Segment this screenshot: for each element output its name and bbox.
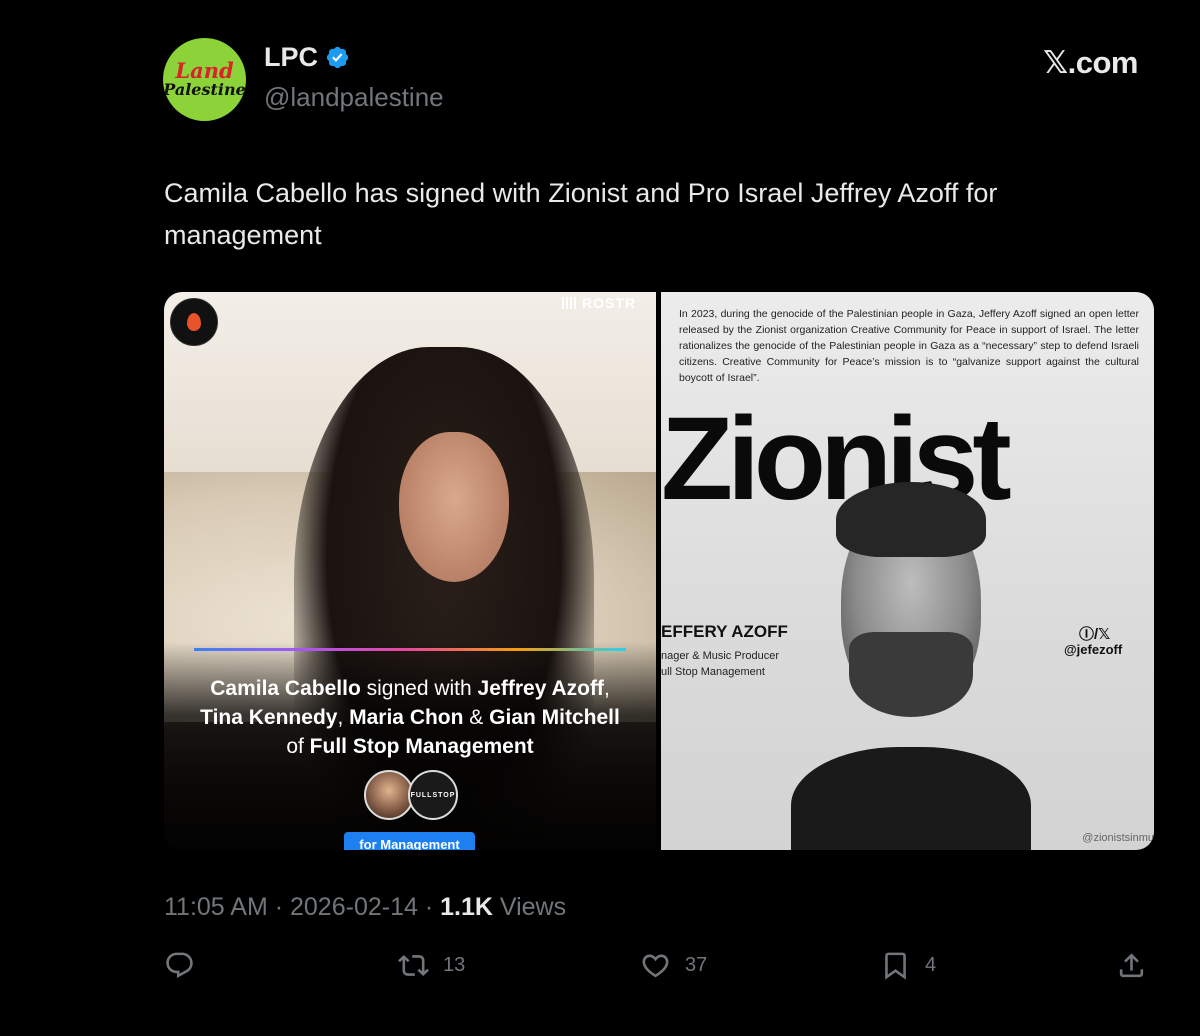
caption-text: of <box>286 735 310 758</box>
portrait-beard <box>849 632 973 717</box>
tweet-meta: 11:05 AM · 2026-02-14 · 1.1K Views <box>164 893 566 922</box>
social-icons: Ⓘ/𝕏 <box>1079 626 1111 643</box>
fullstop-logo-icon <box>170 298 218 346</box>
caption-sep: , <box>603 677 610 700</box>
verified-badge-icon <box>326 46 349 69</box>
share-button[interactable] <box>1116 950 1147 981</box>
author-name-row[interactable]: LPC <box>264 42 350 73</box>
x-com-label: .com <box>1067 45 1139 80</box>
person-name: EFFERY AZOFF <box>661 622 788 641</box>
views-count: 1.1K <box>440 893 493 921</box>
portrait-man <box>791 477 1031 850</box>
meta-separator: · <box>417 893 441 921</box>
caption-name: Tina Kennedy <box>200 706 338 729</box>
portrait-shirt <box>791 747 1031 850</box>
social-handle: @jefezoff <box>1064 642 1123 657</box>
x-logo-icon: 𝕏 <box>1043 45 1068 81</box>
caption-name: Gian Mitchell <box>489 706 620 729</box>
bookmark-button[interactable]: 4 <box>880 950 936 981</box>
caption-name: Jeffrey Azoff <box>477 677 604 700</box>
caption-name: Camila Cabello <box>210 677 361 700</box>
accent-line <box>194 648 626 651</box>
person-role-line: nager & Music Producer <box>661 650 779 662</box>
author-avatar[interactable]: Land Palestine <box>163 38 246 121</box>
media-image-right[interactable]: In 2023, during the genocide of the Pale… <box>661 292 1154 850</box>
like-count: 37 <box>685 954 708 976</box>
tweet-actions: 13 37 4 <box>164 950 1154 990</box>
person-role: nager & Music Producer ull Stop Manageme… <box>661 648 779 680</box>
rostr-label: ROSTR <box>582 295 636 311</box>
fullstop-mini-logo: FULLSTOP <box>408 770 458 820</box>
reply-button[interactable] <box>164 950 209 981</box>
tweet-text: Camila Cabello has signed with Zionist a… <box>164 178 998 250</box>
letter-paragraph: In 2023, during the genocide of the Pale… <box>679 308 1139 384</box>
flame-icon <box>187 313 201 331</box>
tweet-time[interactable]: 11:05 AM <box>164 893 268 921</box>
watermark: @zionistsinmu <box>1082 832 1154 844</box>
x-com-logo: 𝕏.com <box>1043 45 1138 81</box>
retweet-icon <box>398 955 429 976</box>
heart-icon <box>642 954 669 978</box>
tweet-date[interactable]: 2026-02-14 <box>290 893 418 921</box>
share-icon <box>1119 953 1144 978</box>
caption-sep: & <box>463 706 490 729</box>
views-label: Views <box>492 893 567 921</box>
caption-name: Maria Chon <box>349 706 464 729</box>
rostr-bars-icon <box>562 297 578 309</box>
portrait-hair <box>836 482 986 557</box>
caption-sep: , <box>337 706 350 729</box>
retweet-count: 13 <box>443 954 466 976</box>
tweet-page: Land Palestine LPC @landpalestine 𝕏.com … <box>0 0 1200 1036</box>
author-display-name[interactable]: LPC <box>264 42 318 73</box>
tweet-media[interactable]: ROSTR Camila Cabello signed with Jeffrey… <box>164 292 1154 850</box>
media-image-left[interactable]: ROSTR Camila Cabello signed with Jeffrey… <box>164 292 656 850</box>
bookmark-count: 4 <box>925 954 937 976</box>
bookmark-icon <box>885 952 906 980</box>
portrait-face <box>399 432 509 582</box>
caption-name: Full Stop Management <box>309 735 534 758</box>
mini-avatars: FULLSTOP <box>364 770 458 820</box>
like-button[interactable]: 37 <box>640 950 707 981</box>
retweet-button[interactable]: 13 <box>398 950 465 981</box>
avatar-text-line2: Palestine <box>163 79 246 99</box>
person-role-line: ull Stop Management <box>661 666 765 678</box>
for-management-badge: for Management <box>344 832 475 850</box>
image-caption: Camila Cabello signed with Jeffrey Azoff… <box>184 674 636 761</box>
avatar-text-line1: Land <box>175 57 234 83</box>
rostr-logo: ROSTR <box>562 295 636 311</box>
author-handle[interactable]: @landpalestine <box>264 82 444 113</box>
artist-avatar <box>364 770 414 820</box>
reply-icon <box>166 952 193 979</box>
caption-text: signed with <box>360 677 478 700</box>
meta-separator: · <box>267 893 290 921</box>
